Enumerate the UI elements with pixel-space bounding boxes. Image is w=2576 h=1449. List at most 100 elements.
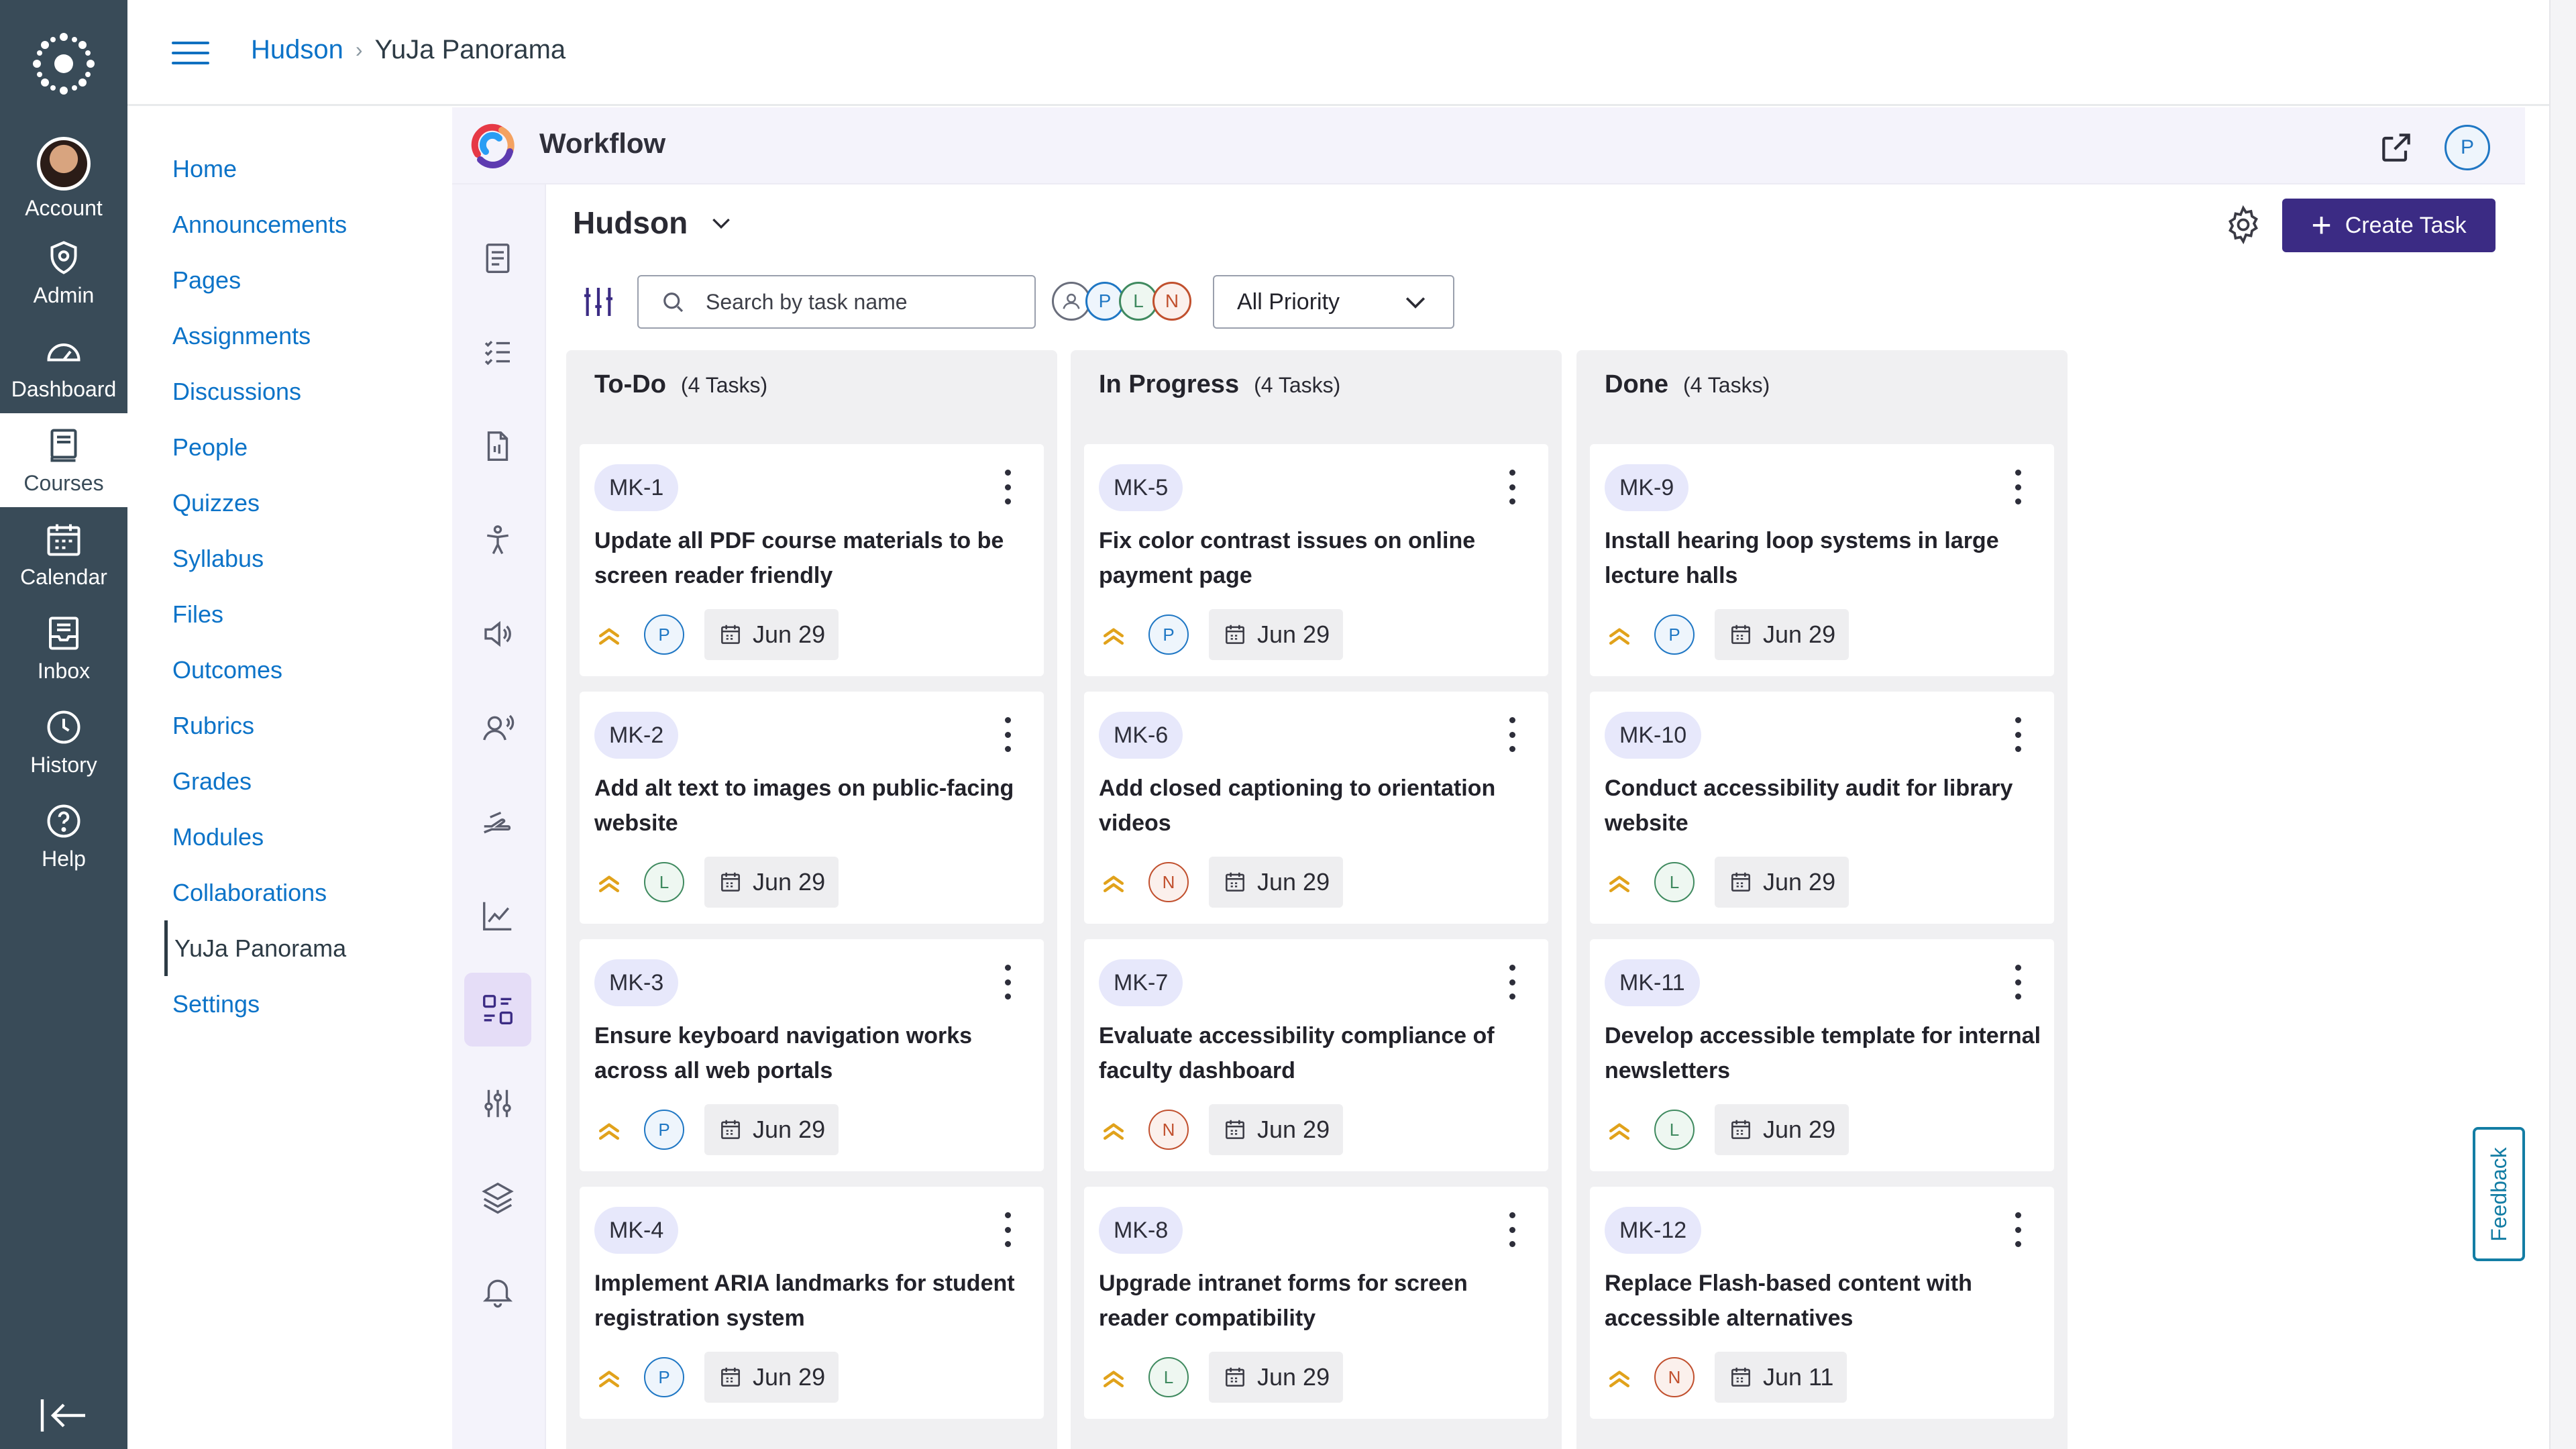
tool-analytics[interactable] (464, 879, 531, 953)
task-card[interactable]: MK-5 Fix color contrast issues on online … (1084, 444, 1548, 676)
hamburger-menu-icon[interactable] (172, 42, 209, 68)
course-nav-files[interactable]: Files (164, 586, 446, 642)
assignee-avatar[interactable]: P (644, 1110, 684, 1150)
due-date-chip[interactable]: Jun 29 (1209, 609, 1344, 660)
due-date-chip[interactable]: Jun 29 (704, 1352, 839, 1403)
more-options-icon[interactable] (2011, 717, 2025, 752)
canvas-logo-icon[interactable] (0, 27, 127, 101)
more-options-icon[interactable] (1001, 470, 1014, 504)
user-avatar[interactable]: P (2445, 125, 2490, 170)
gear-icon[interactable] (2223, 205, 2263, 245)
more-options-icon[interactable] (1505, 1212, 1519, 1247)
assignee-avatar[interactable]: P (1148, 614, 1189, 655)
course-nav-outcomes[interactable]: Outcomes (164, 642, 446, 698)
global-nav-help[interactable]: Help (0, 789, 127, 883)
task-card[interactable]: MK-4 Implement ARIA landmarks for student… (580, 1187, 1044, 1419)
more-options-icon[interactable] (1001, 1212, 1014, 1247)
global-nav-admin[interactable]: Admin (0, 225, 127, 319)
due-date-chip[interactable]: Jun 29 (1715, 857, 1849, 908)
due-date-chip[interactable]: Jun 11 (1715, 1352, 1847, 1403)
assignee-avatar[interactable]: N (1148, 862, 1189, 902)
course-nav-home[interactable]: Home (164, 141, 446, 197)
more-options-icon[interactable] (1505, 717, 1519, 752)
tool-voice[interactable] (464, 691, 531, 765)
course-nav-yuja-panorama[interactable]: YuJa Panorama (164, 920, 446, 976)
task-card[interactable]: MK-6 Add closed captioning to orientation… (1084, 692, 1548, 924)
assignee-avatar[interactable]: L (1654, 862, 1695, 902)
global-nav-dashboard[interactable]: Dashboard (0, 319, 127, 413)
due-date-chip[interactable]: Jun 29 (1715, 1104, 1849, 1155)
assignee-avatar[interactable]: L (644, 862, 684, 902)
course-nav-settings[interactable]: Settings (164, 976, 446, 1032)
course-nav-people[interactable]: People (164, 419, 446, 475)
open-external-icon[interactable] (2377, 129, 2415, 166)
course-nav-collaborations[interactable]: Collaborations (164, 865, 446, 920)
course-nav-syllabus[interactable]: Syllabus (164, 531, 446, 586)
global-nav-history[interactable]: History (0, 695, 127, 789)
task-card[interactable]: MK-9 Install hearing loop systems in larg… (1590, 444, 2054, 676)
assignee-avatar[interactable]: P (644, 614, 684, 655)
filter-sliders-icon[interactable] (580, 283, 617, 321)
due-date-chip[interactable]: Jun 29 (704, 609, 839, 660)
more-options-icon[interactable] (1001, 717, 1014, 752)
due-date-chip[interactable]: Jun 29 (1715, 609, 1849, 660)
course-nav-quizzes[interactable]: Quizzes (164, 475, 446, 531)
assignee-avatar[interactable]: N (1654, 1357, 1695, 1397)
tool-workflow[interactable] (464, 973, 531, 1046)
course-nav-pages[interactable]: Pages (164, 252, 446, 308)
more-options-icon[interactable] (2011, 1212, 2025, 1247)
assignee-avatar[interactable]: L (1654, 1110, 1695, 1150)
tool-document[interactable] (464, 221, 531, 295)
page-scrollbar[interactable] (2549, 0, 2576, 1449)
more-options-icon[interactable] (1505, 470, 1519, 504)
tool-checklist[interactable] (464, 315, 531, 389)
task-card[interactable]: MK-2 Add alt text to images on public-fac… (580, 692, 1044, 924)
breadcrumb-course-link[interactable]: Hudson (251, 35, 343, 65)
tool-file-audio[interactable] (464, 409, 531, 483)
assignee-avatar[interactable]: N (1148, 1110, 1189, 1150)
collapse-nav-icon[interactable] (37, 1395, 91, 1436)
feedback-button[interactable]: Feedback (2473, 1127, 2525, 1261)
due-date-chip[interactable]: Jun 29 (704, 857, 839, 908)
task-card[interactable]: MK-8 Upgrade intranet forms for screen re… (1084, 1187, 1548, 1419)
global-nav-calendar[interactable]: Calendar (0, 507, 127, 601)
more-options-icon[interactable] (1001, 965, 1014, 1000)
tool-accessibility[interactable] (464, 503, 531, 577)
task-card[interactable]: MK-11 Develop accessible template for int… (1590, 939, 2054, 1171)
assignee-avatar[interactable]: P (644, 1357, 684, 1397)
task-card[interactable]: MK-1 Update all PDF course materials to b… (580, 444, 1044, 676)
assignee-avatar[interactable]: P (1654, 614, 1695, 655)
priority-select[interactable]: All Priority (1213, 275, 1454, 329)
course-nav-discussions[interactable]: Discussions (164, 364, 446, 419)
course-nav-rubrics[interactable]: Rubrics (164, 698, 446, 753)
tool-notifications[interactable] (464, 1254, 531, 1328)
tool-hand[interactable] (464, 785, 531, 859)
course-nav-assignments[interactable]: Assignments (164, 308, 446, 364)
global-nav-inbox[interactable]: Inbox (0, 601, 127, 695)
create-task-button[interactable]: + Create Task (2282, 199, 2496, 252)
due-date-chip[interactable]: Jun 29 (1209, 1104, 1344, 1155)
task-card[interactable]: MK-7 Evaluate accessibility compliance of… (1084, 939, 1548, 1171)
task-card[interactable]: MK-10 Conduct accessibility audit for lib… (1590, 692, 2054, 924)
more-options-icon[interactable] (2011, 470, 2025, 504)
more-options-icon[interactable] (1505, 965, 1519, 1000)
course-nav-announcements[interactable]: Announcements (164, 197, 446, 252)
task-card[interactable]: MK-12 Replace Flash-based content with ac… (1590, 1187, 2054, 1419)
due-date-chip[interactable]: Jun 29 (1209, 857, 1344, 908)
search-input[interactable] (706, 289, 1014, 315)
due-date-chip[interactable]: Jun 29 (704, 1104, 839, 1155)
task-card[interactable]: MK-3 Ensure keyboard navigation works acr… (580, 939, 1044, 1171)
tool-volume[interactable] (464, 597, 531, 671)
due-date-chip[interactable]: Jun 29 (1209, 1352, 1344, 1403)
board-selector[interactable]: Hudson (573, 205, 735, 241)
tool-sliders[interactable] (464, 1067, 531, 1140)
more-options-icon[interactable] (2011, 965, 2025, 1000)
global-nav-account[interactable]: Account (0, 131, 127, 225)
assignee-filter-avatar[interactable]: N (1152, 282, 1191, 321)
assignee-filter[interactable]: P L N (1052, 282, 1191, 321)
global-nav-courses[interactable]: Courses (0, 413, 127, 507)
tool-layers[interactable] (464, 1161, 531, 1234)
assignee-avatar[interactable]: L (1148, 1357, 1189, 1397)
course-nav-grades[interactable]: Grades (164, 753, 446, 809)
course-nav-modules[interactable]: Modules (164, 809, 446, 865)
